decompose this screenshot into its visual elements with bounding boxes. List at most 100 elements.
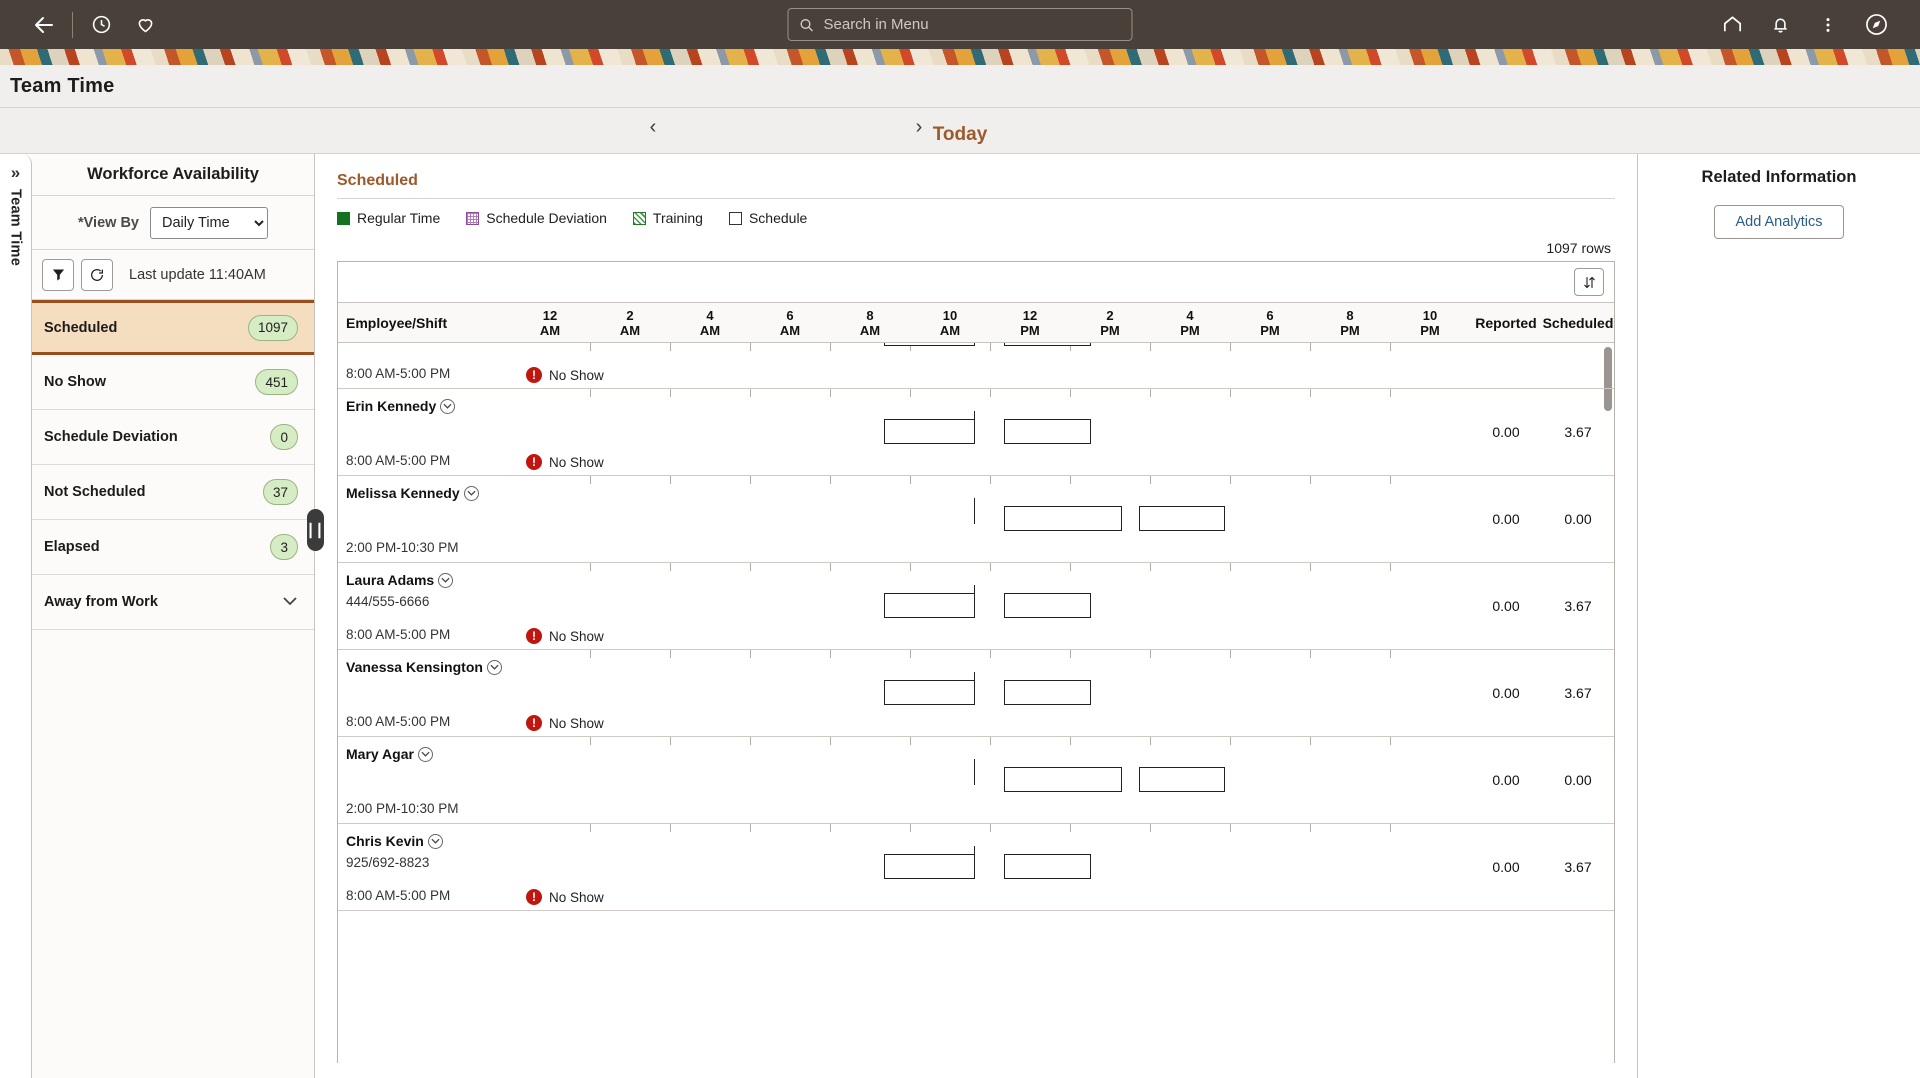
sort-arrows-icon[interactable] (1574, 268, 1604, 296)
chevron-down-circle-icon[interactable] (417, 746, 433, 762)
chevron-down-circle-icon[interactable] (427, 833, 443, 849)
timeline-tick (829, 824, 831, 832)
table-row[interactable]: 8:00 AM-5:00 PM! No Show (338, 343, 1614, 389)
table-row[interactable]: Mary Agar 2:00 PM-10:30 PM 0.00 0.00 (338, 737, 1614, 824)
add-analytics-button[interactable]: Add Analytics (1714, 205, 1844, 239)
timeline-tick (829, 476, 831, 484)
status-badge: 3 (270, 534, 298, 560)
panel-resize-handle[interactable]: ┃┃ (307, 509, 324, 551)
schedule-bar[interactable] (884, 680, 975, 705)
employee-schedule-grid: Employee/Shift 12 AM 2 AM 4 AM 6 AM 8 AM 10 AM… (337, 261, 1615, 1063)
schedule-bar[interactable] (1004, 419, 1091, 444)
sidebar-item-label: Not Scheduled (44, 484, 146, 500)
legend-label: Training (652, 210, 703, 226)
chevron-down-circle-icon[interactable] (463, 485, 479, 501)
sidebar-item-away-from-work[interactable]: Away from Work (32, 575, 314, 630)
filter-icon[interactable] (42, 258, 74, 291)
legend-label: Schedule Deviation (486, 210, 607, 226)
collapsed-nav-rail[interactable]: » Team Time (0, 154, 32, 1078)
table-row[interactable]: Chris Kevin 925/692-8823 8:00 AM-5:00 PM! N… (338, 824, 1614, 911)
search-icon (799, 17, 815, 33)
timeline-tick (669, 737, 671, 745)
timeline-tick (1070, 476, 1071, 484)
status-badge: 451 (255, 369, 298, 395)
timeline-tick (829, 563, 831, 571)
timeline-tick (910, 737, 911, 745)
schedule-bar[interactable] (884, 593, 975, 618)
timeline-tick (1390, 563, 1391, 571)
expand-panel-icon[interactable]: » (11, 164, 20, 181)
schedule-bar[interactable] (1004, 343, 1091, 346)
employee-name-text: Mary Agar (346, 746, 414, 762)
schedule-bar[interactable] (1138, 767, 1226, 792)
timeline-tick (1310, 389, 1311, 397)
chevron-down-circle-icon[interactable] (438, 572, 454, 588)
status-badge: 1097 (247, 314, 298, 341)
refresh-icon[interactable] (81, 258, 113, 291)
timeline-tick (669, 563, 671, 571)
time-header-6pm: 6 PM (1260, 308, 1280, 338)
table-row[interactable]: Laura Adams 444/555-6666 8:00 AM-5:00 PM! N… (338, 563, 1614, 650)
table-row[interactable]: Melissa Kennedy 2:00 PM-10:30 PM 0.00 0.00 (338, 476, 1614, 563)
chevron-down-icon[interactable] (282, 593, 298, 611)
three-dot-menu-icon[interactable] (1806, 3, 1850, 47)
legend-swatch-schedule-deviation (466, 211, 480, 225)
sidebar-item-schedule-deviation[interactable]: Schedule Deviation 0 (32, 410, 314, 465)
schedule-bar[interactable] (1004, 593, 1091, 618)
employee-cell: Laura Adams 444/555-6666 8:00 AM-5:00 PM (338, 563, 510, 649)
schedule-bar[interactable] (884, 343, 975, 346)
bell-icon[interactable] (1758, 3, 1802, 47)
clock-icon[interactable] (79, 3, 123, 47)
time-header-6am: 6 AM (779, 308, 801, 338)
search-box[interactable] (787, 8, 1133, 41)
grid-body: 8:00 AM-5:00 PM! No Show Erin Kennedy 8:00 … (338, 343, 1614, 1063)
scheduled-hours (1542, 343, 1614, 388)
timeline-tick (750, 737, 751, 745)
back-arrow-icon[interactable] (22, 3, 66, 47)
schedule-bar[interactable] (1004, 854, 1091, 879)
scheduled-hours: 3.67 (1564, 424, 1592, 440)
chevron-down-circle-icon[interactable] (486, 659, 502, 675)
legend-label: Regular Time (357, 210, 441, 226)
scheduled-hours: 3.67 (1564, 859, 1592, 875)
sidebar-item-elapsed[interactable]: Elapsed 3 (32, 520, 314, 575)
current-time-marker (973, 585, 975, 611)
timeline-tick (1230, 824, 1231, 832)
schedule-bar[interactable] (1004, 680, 1091, 705)
timeline-tick (1149, 389, 1151, 397)
current-time-marker (973, 411, 975, 437)
timeline-tick (990, 737, 991, 745)
view-by-select[interactable]: Daily Time (150, 206, 268, 239)
today-label[interactable]: Today (0, 124, 1920, 146)
sidebar-item-not-scheduled[interactable]: Not Scheduled 37 (32, 465, 314, 520)
schedule-bar[interactable] (884, 419, 975, 444)
timeline-tick (1149, 476, 1151, 484)
timeline-tick (669, 650, 671, 658)
table-row[interactable]: Erin Kennedy 8:00 AM-5:00 PM! No Show 0.00 3… (338, 389, 1614, 476)
schedule-bar[interactable] (1138, 506, 1226, 531)
table-row[interactable]: Vanessa Kensington 8:00 AM-5:00 PM! No Sho… (338, 650, 1614, 737)
scheduled-hours: 3.67 (1564, 685, 1592, 701)
employee-shift-time: 8:00 AM-5:00 PM (346, 714, 451, 729)
employee-shift-time: 8:00 AM-5:00 PM (346, 453, 451, 468)
sidebar-item-no-show[interactable]: No Show 451 (32, 355, 314, 410)
schedule-bar[interactable] (1004, 506, 1122, 531)
status-badge: 0 (270, 424, 298, 450)
timeline-tick (750, 650, 751, 658)
timeline-tick (1230, 343, 1231, 351)
sidebar-item-label: Elapsed (44, 539, 100, 555)
sidebar-item-scheduled[interactable]: Scheduled 1097 (32, 300, 314, 355)
compass-icon[interactable] (1854, 3, 1898, 47)
chevron-down-circle-icon[interactable] (440, 398, 456, 414)
home-icon[interactable] (1710, 3, 1754, 47)
schedule-bar[interactable] (1004, 767, 1122, 792)
schedule-bar[interactable] (884, 854, 975, 879)
heart-icon[interactable] (123, 3, 167, 47)
employee-cell: Erin Kennedy 8:00 AM-5:00 PM (338, 389, 510, 475)
timeline-tick (910, 563, 911, 571)
employee-phone: 925/692-8823 (346, 855, 430, 870)
employee-name-text: Chris Kevin (346, 833, 424, 849)
next-day-button[interactable]: › (906, 116, 932, 139)
search-input[interactable] (823, 16, 1122, 33)
timeline-tick (589, 389, 591, 397)
